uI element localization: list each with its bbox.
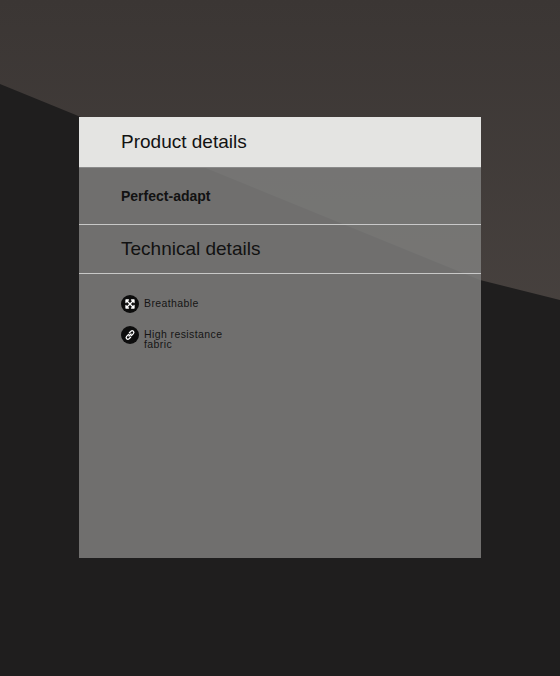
section-label: Technical details [121,238,260,260]
section-label: Perfect-adapt [121,188,210,204]
section-row[interactable]: Product details [79,117,481,168]
breathable-icon [121,295,139,313]
product-panel: Product details Perfect-adapt Technical de… [79,117,481,558]
section-row[interactable]: Perfect-adapt [79,168,481,225]
feature-item: Breathable [121,295,439,313]
section-row[interactable]: Technical details [79,225,481,274]
section-label: Product details [121,131,247,153]
feature-label: High resistance fabric [144,326,244,349]
feature-list: Breathable High resistance fabric [79,274,481,370]
feature-item: High resistance fabric [121,326,439,349]
link-icon [121,326,139,344]
feature-label: Breathable [144,295,199,308]
